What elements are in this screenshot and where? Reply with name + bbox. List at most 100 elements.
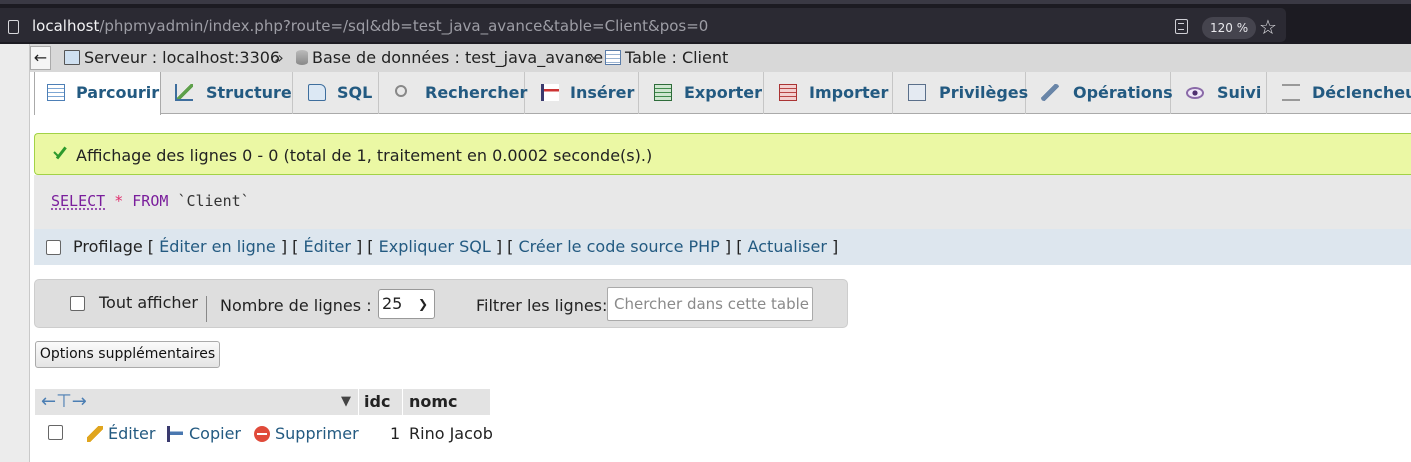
breadcrumb-database[interactable]: Base de données : test_java_avance bbox=[296, 48, 603, 67]
tab-label: Déclencheurs bbox=[1312, 83, 1411, 102]
results-table-header: ←⊤→ ▼ idc nomc bbox=[35, 389, 490, 415]
search-icon bbox=[395, 85, 407, 97]
pencil-icon bbox=[87, 426, 103, 442]
sql-wildcard: * bbox=[114, 192, 124, 210]
triggers-icon bbox=[1282, 84, 1300, 101]
rows-per-page-select[interactable]: 25 ❯ bbox=[378, 289, 435, 319]
breadcrumb-database-label: Base de données : test_java_avance bbox=[312, 48, 604, 67]
tab-search[interactable]: Rechercher bbox=[379, 72, 528, 114]
navigation-panel-collapsed bbox=[0, 44, 30, 462]
filter-rows-input[interactable] bbox=[607, 287, 813, 321]
tab-privileges[interactable]: Privilèges bbox=[893, 72, 1029, 114]
row-copy-link[interactable]: Copier bbox=[189, 424, 241, 443]
url-host: localhost bbox=[32, 17, 100, 35]
sql-icon bbox=[308, 84, 326, 101]
tab-label: Privilèges bbox=[939, 83, 1029, 102]
rows-per-page-label: Nombre de lignes : bbox=[220, 296, 372, 315]
tracking-icon bbox=[1186, 87, 1204, 99]
bookmark-star-icon[interactable]: ☆ bbox=[1259, 16, 1277, 38]
tab-label: Opérations bbox=[1073, 83, 1173, 102]
success-message-text: Affichage des lignes 0 - 0 (total de 1, … bbox=[76, 146, 653, 165]
tab-label: Structure bbox=[206, 83, 292, 102]
operations-icon bbox=[1041, 84, 1059, 101]
tab-insert[interactable]: Insérer bbox=[525, 72, 639, 114]
sql-keyword-from: FROM bbox=[132, 192, 169, 210]
copy-icon bbox=[167, 426, 183, 442]
tab-browse[interactable]: Parcourir bbox=[34, 72, 161, 115]
browser-toolbar: localhost/phpmyadmin/index.php?route=/sq… bbox=[0, 0, 1411, 44]
tab-label: Importer bbox=[809, 83, 889, 102]
page-icon bbox=[8, 20, 19, 34]
column-resize-arrows-icon[interactable]: ←⊤→ bbox=[41, 389, 87, 415]
breadcrumb-table[interactable]: Table : Client bbox=[605, 48, 728, 67]
insert-icon bbox=[541, 84, 559, 101]
extra-options-button[interactable]: Options supplémentaires bbox=[35, 341, 220, 368]
column-header-idc[interactable]: idc bbox=[364, 392, 390, 411]
tab-export[interactable]: Exporter bbox=[639, 72, 764, 114]
database-icon bbox=[296, 50, 308, 65]
column-separator bbox=[358, 389, 359, 415]
export-icon bbox=[654, 84, 672, 101]
show-all-checkbox[interactable] bbox=[70, 296, 85, 311]
structure-icon bbox=[175, 84, 193, 101]
show-all-label[interactable]: Tout afficher bbox=[99, 293, 198, 312]
url-path: /phpmyadmin/index.php?route=/sql&db=test… bbox=[99, 17, 709, 35]
cell-nomc[interactable]: Rino Jacob bbox=[409, 424, 493, 443]
tab-label: Exporter bbox=[684, 83, 762, 102]
collapse-navigation-button[interactable]: ← bbox=[30, 46, 51, 70]
tab-import[interactable]: Importer bbox=[764, 72, 893, 114]
tab-label: Parcourir bbox=[76, 83, 160, 102]
breadcrumb-separator: » bbox=[586, 48, 596, 67]
sql-query-box: SELECT * FROM `Client` bbox=[34, 175, 1411, 229]
server-icon bbox=[64, 50, 80, 65]
tab-triggers[interactable]: Déclencheurs bbox=[1267, 72, 1411, 114]
results-navigation: Tout afficher Nombre de lignes : 25 ❯ Fi… bbox=[34, 279, 848, 328]
tab-label: SQL bbox=[337, 83, 373, 102]
row-delete-link[interactable]: Supprimer bbox=[275, 424, 359, 443]
tab-label: Rechercher bbox=[425, 83, 528, 102]
profiling-checkbox[interactable] bbox=[46, 240, 61, 255]
cell-idc[interactable]: 1 bbox=[390, 424, 400, 443]
tab-sql[interactable]: SQL bbox=[293, 72, 379, 114]
breadcrumb-separator: » bbox=[274, 48, 284, 67]
profiling-label: Profilage bbox=[73, 237, 143, 256]
query-tools-bar: Profilage [ Éditer en ligne ] [ Éditer ]… bbox=[34, 229, 1411, 265]
import-icon bbox=[779, 84, 797, 101]
sort-dropdown-icon[interactable]: ▼ bbox=[341, 389, 351, 415]
address-bar[interactable]: localhost/phpmyadmin/index.php?route=/sq… bbox=[0, 8, 1286, 42]
row-edit-link[interactable]: Éditer bbox=[108, 424, 155, 443]
tab-tracking[interactable]: Suivi bbox=[1171, 72, 1267, 114]
url-text[interactable]: localhost/phpmyadmin/index.php?route=/sq… bbox=[32, 17, 708, 35]
tab-structure[interactable]: Structure bbox=[161, 72, 293, 114]
create-php-code-link[interactable]: Créer le code source PHP bbox=[518, 237, 719, 256]
column-separator bbox=[402, 389, 403, 415]
privileges-icon bbox=[908, 84, 926, 101]
tab-label: Suivi bbox=[1217, 83, 1262, 102]
reader-view-icon[interactable] bbox=[1175, 19, 1188, 34]
breadcrumb-table-label: Table : Client bbox=[625, 48, 729, 67]
sql-query: SELECT * FROM `Client` bbox=[51, 192, 250, 210]
delete-icon bbox=[254, 426, 270, 442]
sql-keyword-select[interactable]: SELECT bbox=[51, 192, 105, 210]
breadcrumb-server[interactable]: Serveur : localhost:3306 bbox=[64, 48, 280, 67]
filter-rows-label: Filtrer les lignes: bbox=[476, 296, 608, 315]
chevron-down-icon: ❯ bbox=[417, 297, 428, 311]
refresh-link[interactable]: Actualiser bbox=[748, 237, 827, 256]
divider bbox=[206, 296, 207, 322]
edit-inline-link[interactable]: Éditer en ligne bbox=[159, 237, 276, 256]
row-checkbox[interactable] bbox=[48, 425, 63, 440]
table-icon bbox=[605, 50, 621, 65]
edit-query-link[interactable]: Éditer bbox=[303, 237, 350, 256]
tab-bar: Parcourir Structure SQL Rechercher Insér… bbox=[34, 72, 1411, 115]
tab-operations[interactable]: Opérations bbox=[1026, 72, 1173, 114]
zoom-badge[interactable]: 120 % bbox=[1202, 17, 1257, 39]
explain-sql-link[interactable]: Expliquer SQL bbox=[379, 237, 491, 256]
table-row: Éditer Copier Supprimer 1 Rino Jacob bbox=[35, 416, 493, 450]
sql-table-identifier: `Client` bbox=[177, 192, 250, 210]
success-message: Affichage des lignes 0 - 0 (total de 1, … bbox=[34, 133, 1411, 175]
query-tools: Profilage [ Éditer en ligne ] [ Éditer ]… bbox=[73, 237, 839, 256]
check-icon bbox=[53, 146, 69, 160]
column-header-nomc[interactable]: nomc bbox=[409, 392, 458, 411]
browse-icon bbox=[47, 84, 65, 101]
breadcrumb-server-label: Serveur : localhost:3306 bbox=[84, 48, 281, 67]
